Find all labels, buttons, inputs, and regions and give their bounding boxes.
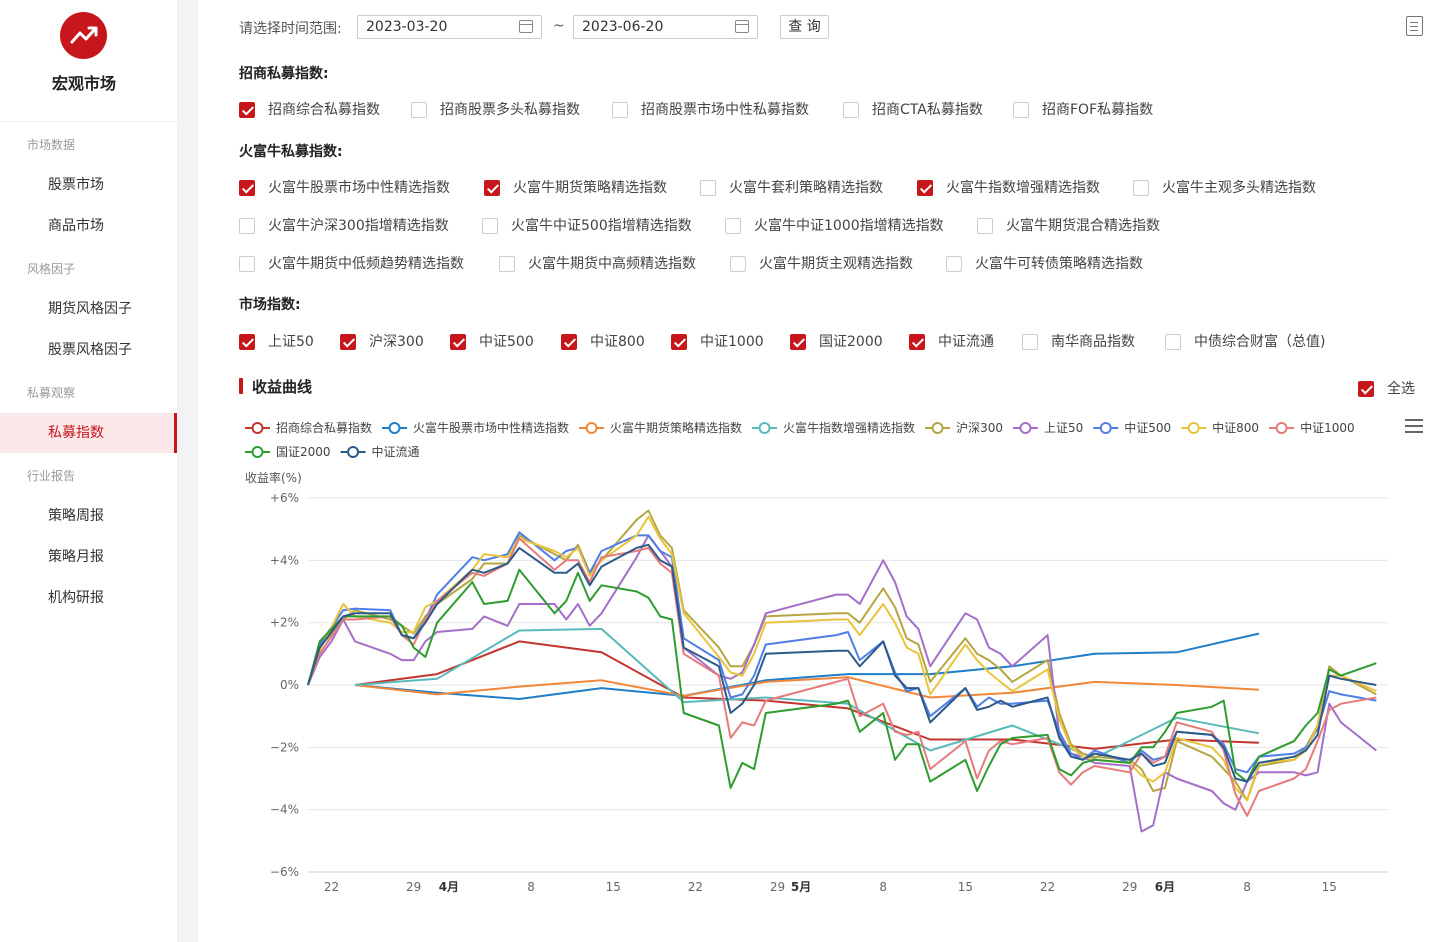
legend-label: 中证流通	[372, 444, 420, 459]
legend-marker	[388, 422, 401, 434]
legend-marker	[585, 422, 598, 434]
legend-marker	[251, 422, 264, 434]
x-tick-label: 22	[1040, 880, 1055, 894]
series-line	[307, 531, 1377, 774]
x-tick-label: 6月	[1155, 880, 1175, 894]
x-tick-label: 8	[1243, 880, 1251, 894]
x-tick-label: 29	[406, 880, 421, 894]
legend-label: 招商综合私募指数	[276, 420, 372, 435]
series-line	[354, 676, 1259, 699]
return-curve-chart: +6% +4% +2% 0% −2% −4% −6% 收益率(%) 22 29 4月 8 15 22 29 5…	[245, 420, 1388, 894]
legend-label: 国证2000	[276, 445, 331, 459]
legend-label: 沪深300	[956, 421, 1003, 435]
series-line	[307, 534, 1377, 833]
legend-label: 中证500	[1124, 420, 1171, 435]
legend-label: 火富牛期货策略精选指数	[610, 420, 742, 435]
y-tick-label: +2%	[270, 616, 299, 630]
legend-label: 中证1000	[1300, 420, 1355, 435]
legend-marker	[931, 422, 944, 434]
legend-marker	[1275, 422, 1288, 434]
legend-label: 火富牛指数增强精选指数	[783, 420, 915, 435]
y-axis-label: 收益率(%)	[245, 470, 302, 485]
y-tick-label: 0%	[280, 678, 299, 692]
y-tick-label: −2%	[270, 740, 299, 754]
y-tick-label: +4%	[270, 553, 299, 567]
series-line	[307, 515, 1377, 802]
series-line	[307, 543, 1377, 783]
x-tick-label: 8	[527, 880, 535, 894]
x-tick-label: 4月	[439, 880, 459, 894]
x-tick-label: 22	[688, 880, 703, 894]
legend-marker	[347, 446, 360, 458]
series-line	[354, 627, 1260, 760]
x-tick-label: 15	[606, 880, 621, 894]
legend-marker	[1187, 422, 1200, 434]
x-tick-label: 15	[1322, 880, 1337, 894]
legend-label: 上证50	[1044, 421, 1083, 435]
x-tick-label: 29	[1122, 880, 1137, 894]
x-tick-label: 22	[324, 880, 339, 894]
y-tick-label: +6%	[270, 491, 299, 505]
legend-marker	[1099, 422, 1112, 434]
legend-label: 中证800	[1212, 420, 1259, 435]
legend-marker	[251, 446, 264, 458]
series-line	[307, 509, 1377, 802]
x-tick-label: 8	[879, 880, 887, 894]
legend-label: 火富牛股票市场中性精选指数	[413, 420, 569, 435]
series-line	[354, 640, 1259, 750]
y-tick-label: −4%	[270, 803, 299, 817]
legend-marker	[1019, 422, 1032, 434]
x-tick-label: 15	[958, 880, 973, 894]
y-tick-label: −6%	[270, 865, 299, 879]
x-tick-label: 29	[770, 880, 785, 894]
legend-marker	[758, 422, 771, 434]
x-tick-label: 5月	[791, 880, 811, 894]
